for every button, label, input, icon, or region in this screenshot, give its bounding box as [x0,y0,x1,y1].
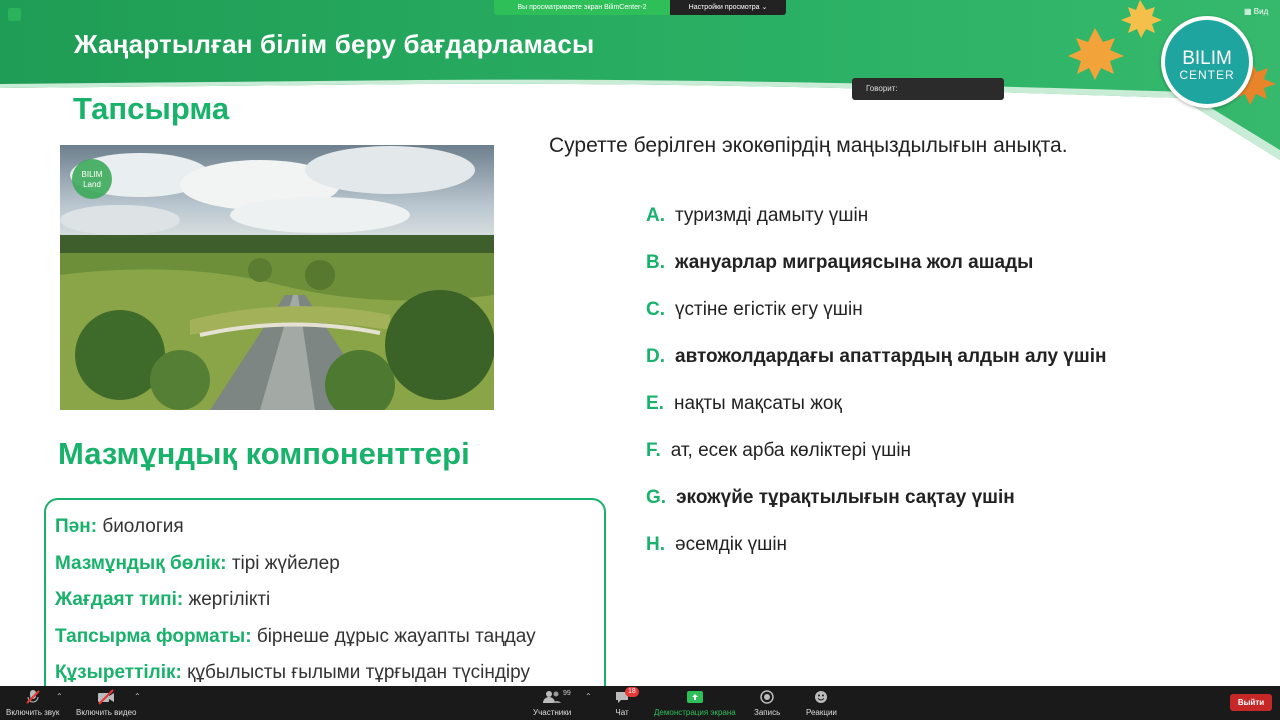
security-shield-icon[interactable] [8,8,21,21]
content-value: құбылысты ғылыми тұрғыдан түсіндіру [187,662,530,683]
content-components-box: Пән: биология Мазмұндық бөлік: тірі жүйе… [44,498,606,686]
content-key: Пән: [55,516,98,537]
option-text: жануарлар миграциясына жол ашады [675,252,1034,273]
reactions-label: Реакции [806,708,837,717]
content-value: бірнеше дұрыс жауапты таңдау [256,625,536,647]
option-letter: C. [646,299,665,320]
option-text: нақты мақсаты жоқ [673,393,842,414]
option-text: ат, есек арба көліктері үшін [670,440,912,461]
screen-share-banner: Вы просматриваете экран BilimCenter-2 На… [494,0,786,15]
eco-bridge-illustration [60,145,494,410]
content-row: Пән: биология [55,516,604,553]
option-letter: F. [646,440,661,461]
answer-option: C. үстіне егістік егу үшін [646,299,1266,346]
audio-options-caret-icon[interactable]: ⌃ [56,692,63,701]
record-button[interactable]: Запись [754,689,780,717]
leave-button[interactable]: Выйти [1230,694,1272,711]
content-components-title: Мазмұндық компоненттері [58,436,470,471]
content-row: Құзыреттілік: құбылысты ғылыми тұрғыдан … [55,662,604,686]
answer-option: D. автожолдардағы апаттардың алдын алу ү… [646,346,1266,393]
option-letter: E. [646,393,664,414]
question-text: Суретте берілген экокөпірдің маңыздылығы… [549,134,1068,157]
record-icon [760,690,774,704]
answer-option: G. экожүйе тұрақтылығын сақтау үшін [646,487,1266,534]
start-video-label: Включить видео [76,708,137,717]
content-key: Жағдаят типі: [55,589,184,610]
content-row: Жағдаят типі: жергілікті [55,589,604,626]
slide-title: Жаңартылған білім беру бағдарламасы [74,29,595,59]
badge-line-2: Land [83,180,101,189]
option-text: әсемдік үшін [675,534,788,555]
unmute-button[interactable]: Включить звук [6,689,59,717]
grid-icon: ▦ [1244,7,1252,16]
share-screen-icon [686,691,703,703]
answer-option: B. жануарлар миграциясына жол ашады [646,252,1266,299]
share-screen-label: Демонстрация экрана [654,708,736,717]
eco-bridge-photo: BILIM Land [60,145,494,410]
option-text: үстіне егістік егу үшін [675,299,863,320]
option-letter: G. [646,487,667,508]
presentation-slide: Жаңартылған білім беру бағдарламасы BILI… [0,0,1280,686]
speaking-indicator: Говорит: [852,78,1004,100]
content-key: Мазмұндық бөлік: [55,552,227,574]
option-text: туризмді дамыту үшін [675,205,869,226]
record-label: Запись [754,708,781,717]
option-text: автожолдардағы апаттардың алдын алу үшін [675,346,1107,367]
answer-option: E. нақты мақсаты жоқ [646,393,1266,440]
badge-line-1: BILIM [81,170,103,179]
answer-options: A. туризмді дамыту үшін B. жануарлар мигра… [646,205,1266,581]
unmute-label: Включить звук [6,708,60,717]
content-row: Мазмұндық бөлік: тірі жүйелер [55,553,604,590]
reactions-button[interactable]: Реакции [806,689,837,717]
view-button[interactable]: ▦ Вид [1244,7,1268,16]
logo-line-1: BILIM [1182,48,1232,69]
share-banner-text: Вы просматриваете экран BilimCenter-2 [494,0,670,15]
content-key: Құзыреттілік: [55,662,182,683]
bilim-center-logo: BILIM CENTER [1161,16,1253,108]
content-key: Тапсырма форматы: [55,625,252,647]
content-value: жергілікті [188,589,271,610]
option-text: экожүйе тұрақтылығын сақтау үшін [676,487,1015,508]
view-settings-button[interactable]: Настройки просмотра ⌄ [670,0,786,15]
bilim-land-badge: BILIM Land [72,159,112,199]
video-options-caret-icon[interactable]: ⌃ [134,692,141,701]
content-value: тірі жүйелер [231,552,340,574]
smiley-icon [815,691,828,703]
participants-icon [543,691,562,703]
view-button-label: Вид [1253,7,1269,16]
participants-caret-icon[interactable]: ⌃ [585,692,592,701]
meeting-toolbar: Включить звук ⌃ Включить видео ⌃ Участни… [0,686,1280,720]
video-off-icon [98,689,115,705]
chat-unread-badge: 18 [625,687,639,697]
start-video-button[interactable]: Включить видео [76,689,136,717]
option-letter: D. [646,346,665,367]
option-letter: A. [646,205,665,226]
participants-label: Участники [533,708,572,717]
content-row: Тапсырма форматы: бірнеше дұрыс жауапты … [55,626,604,663]
task-title: Тапсырма [73,91,230,126]
logo-line-2: CENTER [1179,68,1235,82]
participants-count: 99 [563,690,571,697]
answer-option: H. әсемдік үшін [646,534,1266,581]
option-letter: H. [646,534,665,555]
chat-label: Чат [615,708,629,717]
share-screen-button[interactable]: Демонстрация экрана [654,689,736,717]
option-letter: B. [646,252,665,273]
answer-option: F. ат, есек арба көліктері үшін [646,440,1266,487]
answer-option: A. туризмді дамыту үшін [646,205,1266,252]
mic-muted-icon [25,690,40,704]
content-value: биология [102,516,184,537]
